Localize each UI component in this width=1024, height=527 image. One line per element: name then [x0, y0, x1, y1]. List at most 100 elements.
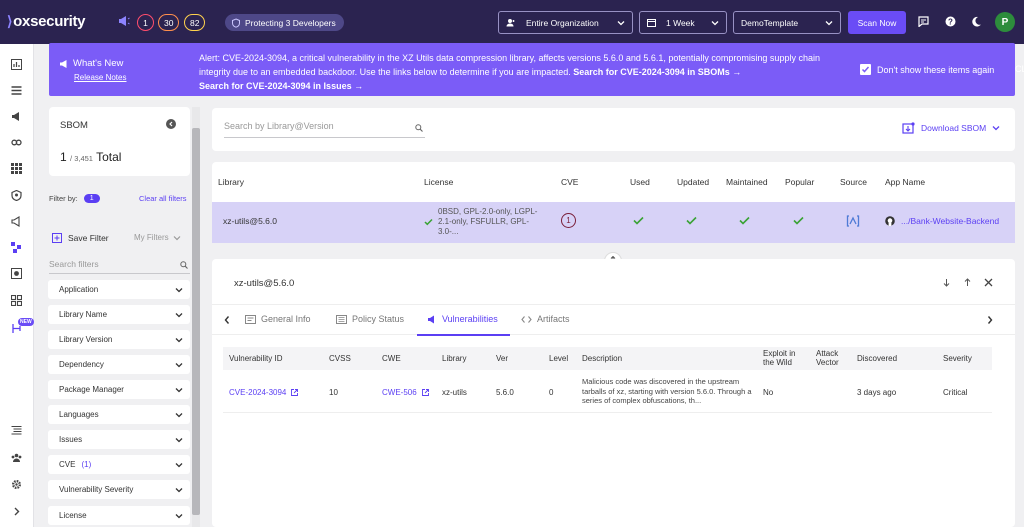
- column-header-attack-vector[interactable]: Attack Vector: [816, 349, 848, 367]
- close-banner-button[interactable]: CLOSE: [1015, 64, 1024, 74]
- chat-icon[interactable]: [918, 16, 929, 27]
- artifacts-icon[interactable]: [11, 295, 22, 306]
- download-sbom-button[interactable]: Download SBOM: [902, 122, 1000, 134]
- tab-vulnerabilities[interactable]: Vulnerabilities: [427, 314, 498, 324]
- sbom-icon[interactable]: [11, 242, 22, 253]
- close-icon[interactable]: [984, 278, 993, 287]
- column-header-cve[interactable]: CVE: [561, 177, 578, 187]
- protecting-developers-badge[interactable]: Protecting 3 Developers: [225, 14, 344, 31]
- cve-count-badge[interactable]: 1: [561, 213, 576, 228]
- filter-dependency[interactable]: Dependency: [48, 355, 190, 374]
- table-row[interactable]: xz-utils@5.6.0 0BSD, GPL-2.0-only, LGPL-…: [212, 202, 1015, 243]
- column-header-app-name[interactable]: App Name: [885, 177, 925, 187]
- expand-rail-icon[interactable]: [11, 506, 22, 517]
- column-header-description[interactable]: Description: [582, 354, 622, 363]
- cwe-link[interactable]: CWE-506: [382, 388, 429, 397]
- filter-cve[interactable]: CVE (1): [48, 455, 190, 474]
- tab-policy-status[interactable]: Policy Status: [336, 314, 404, 324]
- vulnerability-bug-icon[interactable]: [11, 268, 22, 279]
- critical-issues-count[interactable]: 1: [137, 14, 154, 31]
- dark-mode-icon[interactable]: [971, 16, 982, 27]
- my-filters-dropdown[interactable]: My Filters: [134, 233, 181, 242]
- column-header-popular[interactable]: Popular: [785, 177, 814, 187]
- filter-label: Languages: [59, 410, 99, 419]
- policies-shield-icon[interactable]: [11, 190, 22, 201]
- column-header-library[interactable]: Library: [442, 354, 466, 363]
- arrow-down-icon[interactable]: [942, 278, 951, 287]
- save-filter-button[interactable]: Save Filter: [52, 233, 109, 243]
- dont-show-checkbox[interactable]: Don't show these items again: [860, 64, 994, 75]
- time-range-select[interactable]: 1 Week: [639, 11, 727, 34]
- scan-now-button[interactable]: Scan Now: [848, 11, 906, 34]
- dashboard-icon[interactable]: [11, 59, 22, 70]
- column-header-license[interactable]: License: [424, 177, 453, 187]
- ox-logo[interactable]: ⟩ oxsecurity: [7, 13, 86, 30]
- search-sboms-link[interactable]: Search for CVE-2024-3094 in SBOMs →: [573, 67, 741, 77]
- users-group-icon[interactable]: [11, 452, 22, 463]
- medium-issues-count[interactable]: 82: [184, 14, 206, 31]
- info-card-icon: [245, 314, 256, 324]
- help-icon[interactable]: ?: [945, 16, 956, 27]
- filter-languages[interactable]: Languages: [48, 405, 190, 424]
- clear-all-filters-link[interactable]: Clear all filters: [139, 194, 187, 203]
- chevron-down-icon: [175, 514, 183, 519]
- high-issues-count[interactable]: 30: [158, 14, 180, 31]
- search-filters-input[interactable]: Search filters: [49, 258, 190, 274]
- column-header-severity[interactable]: Severity: [943, 354, 972, 363]
- filter-vulnerability-severity[interactable]: Vulnerability Severity: [48, 480, 190, 499]
- column-header-cwe[interactable]: CWE: [382, 354, 401, 363]
- column-header-level[interactable]: Level: [549, 354, 568, 363]
- app-name-text: .../Bank-Website-Backend: [901, 216, 1000, 226]
- tab-general-info[interactable]: General Info: [245, 314, 311, 324]
- organization-select[interactable]: Entire Organization: [498, 11, 633, 34]
- tabs-scroll-right-icon[interactable]: [986, 315, 994, 325]
- column-header-ver[interactable]: Ver: [496, 354, 508, 363]
- settings-gear-icon[interactable]: [11, 479, 22, 490]
- column-header-discovered[interactable]: Discovered: [857, 354, 897, 363]
- filter-library-version[interactable]: Library Version: [48, 330, 190, 349]
- tabs-scroll-left-icon[interactable]: [223, 315, 231, 325]
- filter-package-manager[interactable]: Package Manager: [48, 380, 190, 399]
- filters-scrollbar-thumb[interactable]: [192, 128, 200, 515]
- filter-license[interactable]: License: [48, 506, 190, 525]
- template-select-value: DemoTemplate: [741, 17, 799, 28]
- tab-label: Artifacts: [537, 314, 570, 324]
- user-avatar[interactable]: P: [995, 12, 1015, 32]
- save-filter-label: Save Filter: [68, 233, 109, 243]
- chevron-down-icon: [175, 463, 183, 468]
- app-name-link[interactable]: .../Bank-Website-Backend: [885, 216, 999, 226]
- column-header-cvss[interactable]: CVSS: [329, 354, 351, 363]
- filter-library-name[interactable]: Library Name: [48, 305, 190, 324]
- announcements-icon[interactable]: [11, 111, 22, 122]
- issues-list-icon[interactable]: [11, 85, 22, 96]
- applications-grid-icon[interactable]: [11, 163, 22, 174]
- column-header-maintained[interactable]: Maintained: [726, 177, 768, 187]
- column-header-source[interactable]: Source: [840, 177, 867, 187]
- column-header-used[interactable]: Used: [630, 177, 650, 187]
- column-header-vulnerability-id[interactable]: Vulnerability ID: [229, 354, 283, 363]
- library-search-input[interactable]: Search by Library@Version: [224, 121, 425, 138]
- megaphone-icon: [428, 315, 434, 323]
- source-artifact-icon[interactable]: [846, 214, 860, 228]
- column-header-library[interactable]: Library: [218, 177, 244, 187]
- dependency-level: 0: [549, 388, 554, 397]
- tab-artifacts[interactable]: Artifacts: [521, 314, 570, 324]
- vulnerability-id-link[interactable]: CVE-2024-3094: [229, 388, 299, 397]
- filter-issues[interactable]: Issues: [48, 430, 190, 449]
- filter-application[interactable]: Application: [48, 280, 190, 299]
- release-notes-link[interactable]: Release Notes: [74, 73, 126, 82]
- arrow-up-icon[interactable]: [963, 278, 972, 287]
- collapse-panel-button[interactable]: [166, 119, 176, 129]
- column-header-exploit-in-the-wild[interactable]: Exploit in the Wild: [763, 349, 803, 367]
- new-badge: NEW: [18, 318, 34, 326]
- reports-list-icon[interactable]: [11, 425, 22, 436]
- search-card: Search by Library@Version Download SBOM: [212, 108, 1015, 151]
- template-select[interactable]: DemoTemplate: [733, 11, 841, 34]
- column-header-updated[interactable]: Updated: [677, 177, 709, 187]
- detail-tabs: General Info Policy Status Vulnerabiliti…: [212, 304, 1015, 336]
- cwe-id: CWE-506: [382, 388, 417, 397]
- search-issues-link[interactable]: Search for CVE-2024-3094 in Issues →: [199, 81, 363, 91]
- connectors-icon[interactable]: [11, 137, 22, 148]
- table-row[interactable]: CVE-2024-3094 10 CWE-506 xz-utils 5.6.0 …: [223, 370, 992, 413]
- alerts-icon[interactable]: [11, 216, 22, 227]
